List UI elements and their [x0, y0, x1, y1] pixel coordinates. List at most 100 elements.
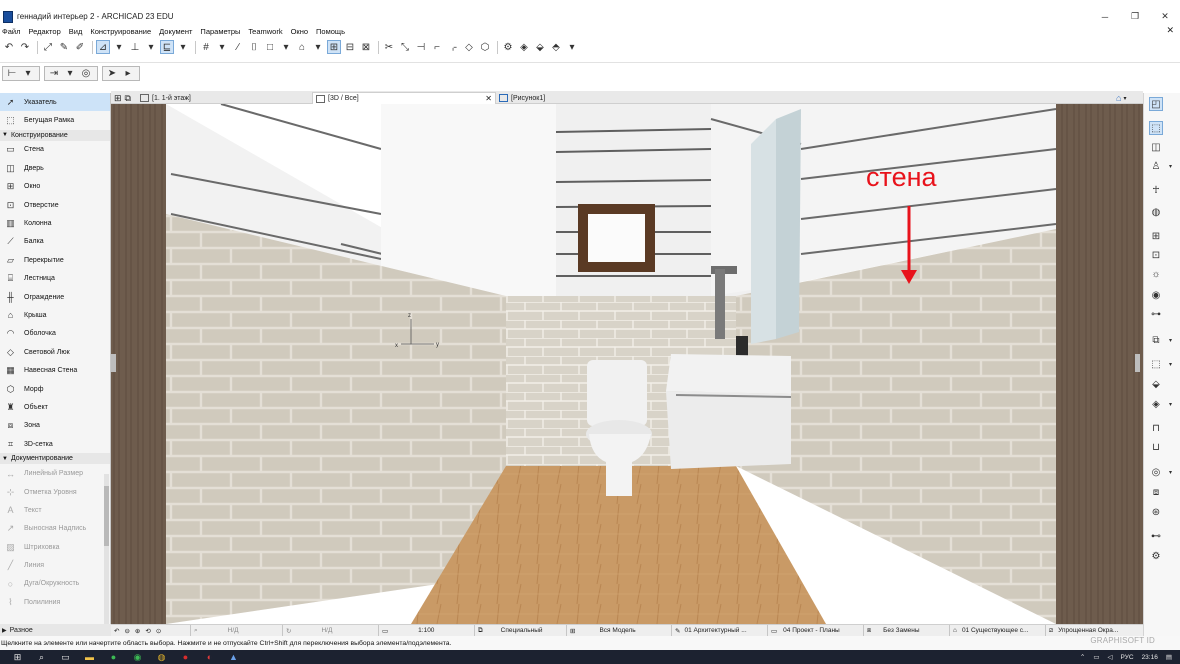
section-misc[interactable]: ▶ Разное — [0, 624, 111, 636]
orbit-view-icon[interactable]: ⟲ — [145, 627, 150, 635]
tool-shell[interactable]: ◠ Оболочка — [0, 325, 110, 343]
menu-file[interactable]: Файл — [2, 27, 20, 36]
tool-level-dimension[interactable]: ⊹ Отметка Уровня — [0, 483, 110, 501]
cube-icon[interactable]: ◫ — [1149, 140, 1163, 154]
guide-lines-icon[interactable]: ⊿ — [96, 40, 110, 54]
tool-mesh[interactable]: ⌗ 3D-сетка — [0, 435, 110, 453]
zoom-out-icon[interactable]: ⊖ — [124, 627, 129, 635]
chrome-icon[interactable]: ◍ — [155, 651, 168, 664]
tool-railing[interactable]: ╫ Ограждение — [0, 288, 110, 306]
render-icon[interactable]: ⚙ — [501, 40, 515, 54]
tool-text[interactable]: A Текст — [0, 501, 110, 519]
archicad-taskbar-icon[interactable]: ▲ — [227, 651, 240, 664]
tab-overview-icon[interactable]: ⊞ ⧉ — [111, 92, 135, 104]
menu-help[interactable]: Помощь — [316, 27, 345, 36]
roof-trim-icon[interactable]: ⬡ — [478, 40, 492, 54]
light-icon[interactable]: ☼ — [1149, 267, 1163, 281]
dropdown-arrow-icon[interactable]: ▾ — [1169, 361, 1172, 368]
tool-roof[interactable]: ⌂ Крыша — [0, 306, 110, 324]
dropdown-arrow-icon[interactable]: ▾ — [311, 40, 325, 54]
undo-icon[interactable]: ↶ — [2, 40, 16, 54]
tool-wall[interactable]: ▭ Стена — [0, 141, 110, 159]
whatsapp-icon[interactable]: ◉ — [131, 651, 144, 664]
graphic-override-field[interactable]: ⧈ Без Замены — [864, 624, 950, 637]
tool-beam[interactable]: ⟋ Балка — [0, 233, 110, 251]
3d-window-icon[interactable]: ◰ — [1149, 97, 1163, 111]
3d-cube-view-icon[interactable]: ⬚ — [1149, 121, 1163, 135]
dropdown-arrow-icon[interactable]: ▾ — [565, 40, 579, 54]
notifications-icon[interactable]: ▤ — [1166, 653, 1172, 661]
snap-guides-icon[interactable]: ⊥ — [128, 40, 142, 54]
tool-dimension[interactable]: ↔ Линейный Размер — [0, 464, 110, 482]
minimize-button[interactable]: ─ — [1090, 8, 1120, 25]
grid-snap-icon[interactable]: # — [199, 40, 213, 54]
windows-start-icon[interactable]: ⊞ — [11, 651, 24, 664]
perspective-icon[interactable]: ⬙ — [533, 40, 547, 54]
dropdown-arrow-icon[interactable]: ▾ — [1169, 337, 1172, 344]
suspend-groups-icon[interactable]: ⊞ — [327, 40, 341, 54]
green-app-icon[interactable]: ● — [107, 651, 120, 664]
pick-up-icon[interactable]: ⤢ — [41, 40, 55, 54]
select-box-icon[interactable]: □ — [263, 40, 277, 54]
opera-icon[interactable]: ● — [179, 651, 192, 664]
navigate-3d-icon[interactable]: ⬘ — [549, 40, 563, 54]
zoom-field[interactable]: ⌕ Н/Д — [191, 624, 283, 637]
elevation-icon[interactable]: ⊔ — [1149, 440, 1163, 454]
measure-icon[interactable]: ⊶ — [1149, 307, 1163, 321]
tool-fill[interactable]: ▨ Штриховка — [0, 538, 110, 556]
scrollbar-thumb[interactable] — [104, 486, 109, 546]
section-design[interactable]: ▼ Конструирование — [0, 129, 110, 141]
left-resize-handle[interactable] — [111, 354, 116, 372]
orbit-sphere-icon[interactable]: ◍ — [1149, 205, 1163, 219]
view-copy-icon[interactable]: ⧈ — [1149, 485, 1163, 499]
yandex-icon[interactable]: ◐ — [203, 651, 216, 664]
tool-skylight[interactable]: ◇ Световой Люк — [0, 343, 110, 361]
gravity-icon[interactable]: ⊑ — [160, 40, 174, 54]
right-resize-handle[interactable] — [1135, 354, 1140, 372]
tool-slab[interactable]: ▱ Перекрытие — [0, 251, 110, 269]
renovation-filter-field[interactable]: ⌂ 01 Существующее с... — [950, 624, 1046, 637]
person-icon[interactable]: ☥ — [1149, 183, 1163, 197]
orbit-icon[interactable]: ◎ — [79, 66, 93, 80]
grid-cube-icon[interactable]: ⊞ — [1149, 229, 1163, 243]
menu-design[interactable]: Конструирование — [90, 27, 151, 36]
dropdown-arrow-icon[interactable]: ▾ — [176, 40, 190, 54]
menu-teamwork[interactable]: Teamwork — [248, 27, 282, 36]
clock[interactable]: 23:16 — [1142, 654, 1158, 661]
undo-view-icon[interactable]: ↶ — [114, 627, 119, 635]
eyedropper-icon[interactable]: ✎ — [57, 40, 71, 54]
scale-field[interactable]: ▭ 1:100 — [379, 624, 475, 637]
cutaway-icon[interactable]: ⬙ — [1149, 377, 1163, 391]
tool-column[interactable]: ▥ Колонна — [0, 214, 110, 232]
snapshot-icon[interactable]: ◎ — [1149, 465, 1163, 479]
close-tab-icon[interactable]: ✕ — [485, 94, 492, 103]
model-field[interactable]: ⊞ Вся Модель — [567, 624, 672, 637]
publish-icon[interactable]: ⊛ — [1149, 505, 1163, 519]
language-indicator[interactable]: РУС — [1121, 654, 1134, 661]
intersect-icon[interactable]: ⤡ — [398, 40, 412, 54]
tool-object[interactable]: ♜ Объект — [0, 398, 110, 416]
network-icon[interactable]: ▭ — [1093, 653, 1099, 661]
view-settings-dropdown[interactable]: ⌂ ▾ — [1113, 92, 1143, 104]
toolbox-scrollbar[interactable] — [104, 474, 109, 624]
dropdown-arrow-icon[interactable]: ▾ — [21, 66, 35, 80]
rotation-field[interactable]: ↻ Н/Д — [283, 624, 379, 637]
dropdown-arrow-icon[interactable]: ▾ — [63, 66, 77, 80]
restore-button[interactable]: ❐ — [1120, 8, 1150, 25]
file-explorer-icon[interactable]: ▬ — [83, 651, 96, 664]
tool-opening[interactable]: ⊡ Отверстие — [0, 196, 110, 214]
dropdown-arrow-icon[interactable]: ▾ — [215, 40, 229, 54]
magnet-icon[interactable]: ⌷ — [247, 40, 261, 54]
dropdown-arrow-icon[interactable]: ▾ — [1169, 163, 1172, 170]
tab-floor-plan[interactable]: [1. 1-й этаж] — [137, 92, 312, 104]
menu-view[interactable]: Вид — [69, 27, 83, 36]
dropdown-arrow-icon[interactable]: ▾ — [1169, 401, 1172, 408]
group-icon[interactable]: ⊟ — [343, 40, 357, 54]
layer-combination-field[interactable]: ⧉ Специальный — [475, 624, 567, 637]
menu-options[interactable]: Параметры — [200, 27, 240, 36]
model-view-options-field[interactable]: ▭ 04 Проект - Планы — [768, 624, 864, 637]
menu-edit[interactable]: Редактор — [28, 27, 60, 36]
camera-icon[interactable]: ⊡ — [1149, 248, 1163, 262]
walk-through-icon[interactable]: ♙ — [1149, 159, 1163, 173]
trim-icon[interactable]: ✂ — [382, 40, 396, 54]
